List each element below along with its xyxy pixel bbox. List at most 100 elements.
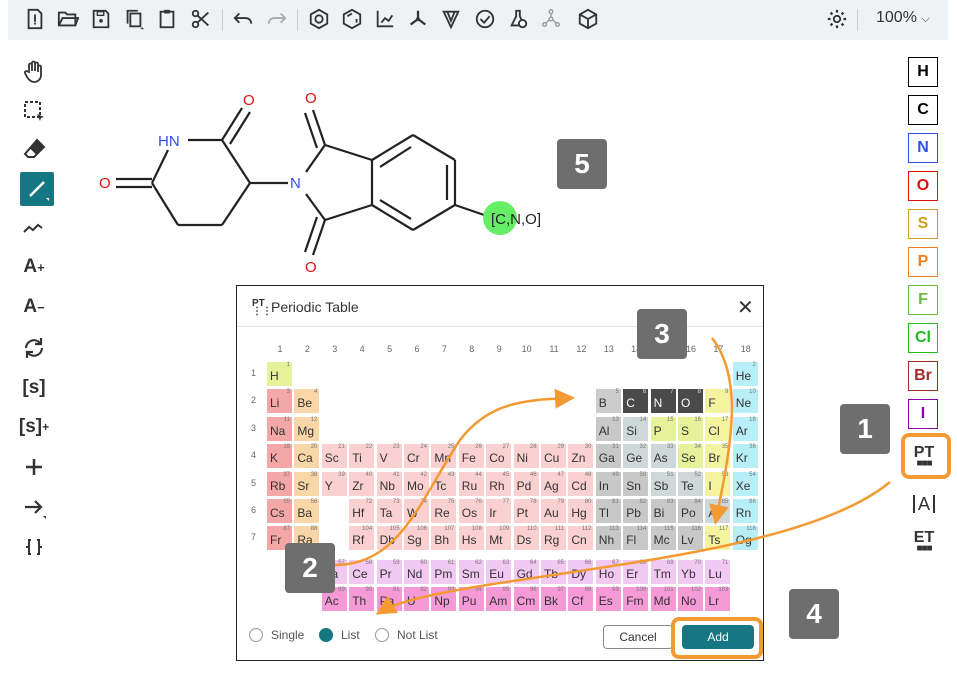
element-ne[interactable]: 10 Ne (732, 389, 758, 414)
element-cu[interactable]: 29 Cu (541, 444, 566, 469)
element-ds[interactable]: 110 Ds (513, 526, 539, 551)
element-bi[interactable]: 83 Bi (650, 499, 676, 523)
element-ag[interactable]: 47 Ag (541, 471, 566, 496)
element-rb[interactable]: 37 Rb (267, 471, 292, 496)
cancel-button[interactable]: Cancel (603, 625, 673, 649)
element-s[interactable]: 16 S (678, 416, 703, 441)
element-in[interactable]: 49 In (595, 471, 621, 496)
element-mn[interactable]: 25 Mn (431, 444, 457, 469)
element-er[interactable]: 68 Er (623, 559, 649, 584)
element-cs[interactable]: 55 Cs (267, 499, 292, 523)
element-u[interactable]: 92 U (404, 587, 429, 612)
element-au[interactable]: 79 Au (541, 499, 566, 523)
element-nb[interactable]: 41 Nb (376, 471, 402, 496)
element-pu[interactable]: 94 Pu (458, 587, 484, 612)
element-ge[interactable]: 32 Ge (623, 444, 649, 469)
element-cm[interactable]: 96 Cm (513, 587, 539, 612)
atom-o-left[interactable]: O (99, 175, 111, 192)
element-tc[interactable]: 43 Tc (431, 471, 457, 496)
element-h[interactable]: 1H (267, 362, 292, 386)
element-zn[interactable]: 30 Zn (568, 444, 594, 469)
atom-hn[interactable]: HN (158, 133, 180, 150)
element-mo[interactable]: 42 Mo (404, 471, 429, 496)
element-se[interactable]: 34 Se (678, 444, 703, 469)
element-pt[interactable]: 78 Pt (513, 499, 539, 523)
element-cn[interactable]: 112 Cn (568, 526, 594, 551)
element-rf[interactable]: 104 Rf (349, 526, 375, 551)
element-hf[interactable]: 72 Hf (349, 499, 375, 523)
element-n[interactable]: 7N (650, 389, 676, 414)
element-re[interactable]: 75 Re (431, 499, 457, 523)
element-te[interactable]: 52 Te (678, 471, 703, 496)
element-nh[interactable]: 113 Nh (595, 526, 621, 551)
element-mg[interactable]: 12 Mg (294, 416, 320, 441)
element-db[interactable]: 105 Db (376, 526, 402, 551)
element-th[interactable]: 90 Th (349, 587, 375, 612)
element-p[interactable]: 15 P (650, 416, 676, 441)
radio-single[interactable]: Single (249, 628, 304, 642)
element-be[interactable]: 4 Be (294, 389, 320, 414)
element-tm[interactable]: 69 Tm (650, 559, 676, 584)
element-ni[interactable]: 28 Ni (513, 444, 539, 469)
element-v[interactable]: 23 V (376, 444, 402, 469)
element-as[interactable]: 33 As (650, 444, 676, 469)
element-lr[interactable]: 103 Lr (705, 587, 731, 612)
element-sm[interactable]: 62 Sm (458, 559, 484, 584)
element-tl[interactable]: 81 Tl (595, 499, 621, 523)
element-pa[interactable]: 91 Pa (376, 587, 402, 612)
element-ru[interactable]: 44 Ru (458, 471, 484, 496)
element-bk[interactable]: 97 Bk (541, 587, 566, 612)
element-w[interactable]: 74 W (404, 499, 429, 523)
element-ca[interactable]: 20 Ca (294, 444, 320, 469)
element-ar[interactable]: 18 Ar (732, 416, 758, 441)
element-pb[interactable]: 82 Pb (623, 499, 649, 523)
element-k[interactable]: 19 K (267, 444, 292, 469)
element-f[interactable]: 9F (705, 389, 731, 414)
element-lv[interactable]: 116 Lv (678, 526, 703, 551)
element-mt[interactable]: 109 Mt (486, 526, 512, 551)
element-gd[interactable]: 64 Gd (513, 559, 539, 584)
element-pr[interactable]: 59 Pr (376, 559, 402, 584)
element-eu[interactable]: 63 Eu (486, 559, 512, 584)
element-i[interactable]: 53 I (705, 471, 731, 496)
element-ho[interactable]: 67 Ho (595, 559, 621, 584)
element-rn[interactable]: 86 Rn (732, 499, 758, 523)
element-yb[interactable]: 70 Yb (678, 559, 703, 584)
element-tb[interactable]: 65 Tb (541, 559, 566, 584)
element-nd[interactable]: 60 Nd (404, 559, 429, 584)
element-ta[interactable]: 73 Ta (376, 499, 402, 523)
close-icon[interactable]: ✕ (737, 295, 754, 320)
element-po[interactable]: 84 Po (678, 499, 703, 523)
element-am[interactable]: 95 Am (486, 587, 512, 612)
element-np[interactable]: 93 Np (431, 587, 457, 612)
element-al[interactable]: 13 Al (595, 416, 621, 441)
element-he[interactable]: 2 He (732, 362, 758, 386)
element-cf[interactable]: 98 Cf (568, 587, 594, 612)
element-mc[interactable]: 115 Mc (650, 526, 676, 551)
element-bh[interactable]: 107 Bh (431, 526, 457, 551)
element-c[interactable]: 6C (623, 389, 649, 414)
element-sc[interactable]: 21 Sc (321, 444, 347, 469)
element-at[interactable]: 85 At (705, 499, 731, 523)
element-xe[interactable]: 54 Xe (732, 471, 758, 496)
element-rh[interactable]: 45 Rh (486, 471, 512, 496)
radio-not-list[interactable]: Not List (375, 628, 438, 642)
element-og[interactable]: 118 Og (732, 526, 758, 551)
element-pd[interactable]: 46 Pd (513, 471, 539, 496)
element-ga[interactable]: 31 Ga (595, 444, 621, 469)
element-dy[interactable]: 66 Dy (568, 559, 594, 584)
element-sn[interactable]: 50 Sn (623, 471, 649, 496)
element-cr[interactable]: 24 Cr (404, 444, 429, 469)
element-sg[interactable]: 106 Sg (404, 526, 429, 551)
element-fl[interactable]: 114 Fl (623, 526, 649, 551)
atom-o-upper[interactable]: O (305, 90, 317, 107)
element-fm[interactable]: 100 Fm (623, 587, 649, 612)
element-ti[interactable]: 22 Ti (349, 444, 375, 469)
element-kr[interactable]: 36 Kr (732, 444, 758, 469)
element-na[interactable]: 11 Na (267, 416, 292, 441)
atom-o-top[interactable]: O (243, 92, 255, 109)
element-hs[interactable]: 108 Hs (458, 526, 484, 551)
element-ir[interactable]: 77 Ir (486, 499, 512, 523)
element-rg[interactable]: 111 Rg (541, 526, 566, 551)
element-o[interactable]: 8O (678, 389, 703, 414)
